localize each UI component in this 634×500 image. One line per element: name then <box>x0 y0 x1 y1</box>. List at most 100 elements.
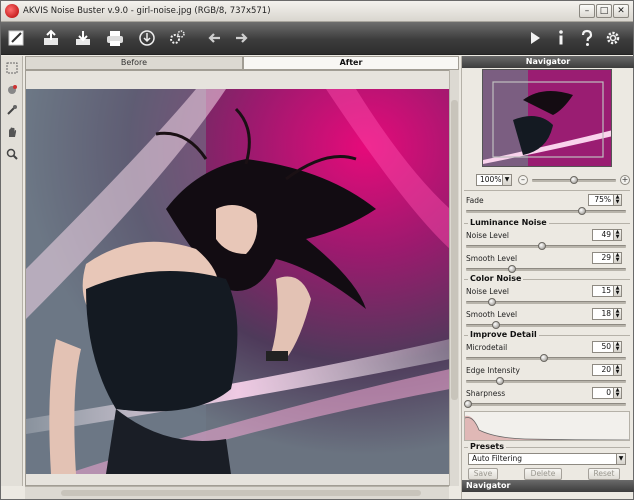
delete-preset-button[interactable]: Delete <box>524 468 562 480</box>
color-noise-title: Color Noise <box>468 274 524 283</box>
tab-before[interactable]: Before <box>25 56 243 70</box>
close-icon[interactable]: ✕ <box>613 4 629 18</box>
microdetail-field[interactable]: 50 ▲ ▼ <box>592 341 622 353</box>
chevron-down-icon: ▼ <box>616 454 625 464</box>
stepper-icon[interactable]: ▲ ▼ <box>613 253 621 263</box>
fade-slider-knob[interactable] <box>578 207 586 215</box>
presets-title: Presets <box>468 442 507 451</box>
save-icon[interactable] <box>71 27 95 49</box>
preset-select[interactable]: Auto Filtering ▼ <box>468 453 626 465</box>
stepper-icon[interactable]: ▲ ▼ <box>613 286 621 296</box>
hand-settings-icon[interactable] <box>4 82 20 98</box>
photo-preview <box>26 89 450 474</box>
luminance-smooth-level-label: Smooth Level <box>466 254 518 263</box>
run-icon[interactable] <box>523 27 547 49</box>
zoom-in-icon[interactable]: + <box>620 175 630 185</box>
edge-intensity-slider[interactable] <box>466 380 626 383</box>
sharpness-knob[interactable] <box>464 400 472 408</box>
zoom-out-icon[interactable]: – <box>518 175 528 185</box>
sharpness-slider[interactable] <box>466 403 626 406</box>
zoom-icon[interactable] <box>4 146 20 162</box>
stepper-icon[interactable]: ▲ ▼ <box>613 309 621 319</box>
edge-intensity-value: 20 <box>601 365 611 374</box>
color-smooth-level-label: Smooth Level <box>466 310 518 319</box>
edge-intensity-knob[interactable] <box>496 377 504 385</box>
chevron-down-icon: ▼ <box>502 175 511 185</box>
luminance-smooth-level-value: 29 <box>601 253 611 262</box>
stepper-icon[interactable]: ▲ ▼ <box>613 342 621 352</box>
edge-intensity-label: Edge Intensity <box>466 366 520 375</box>
stepper-icon[interactable]: ▲ ▼ <box>613 195 621 205</box>
save-preset-button[interactable]: Save <box>468 468 498 480</box>
color-smooth-level-slider[interactable] <box>466 324 626 327</box>
redo-icon[interactable] <box>229 27 253 49</box>
stepper-icon[interactable]: ▲ ▼ <box>613 365 621 375</box>
tab-after[interactable]: After <box>243 56 459 70</box>
view-tabs: Before After <box>25 56 459 70</box>
preferences-icon[interactable] <box>601 27 625 49</box>
app-logo-icon <box>5 4 19 18</box>
color-noise-level-field[interactable]: 15 ▲ ▼ <box>592 285 622 297</box>
fade-label: Fade <box>466 196 484 205</box>
settings-panel: Navigator 100% ▼ – + Fade 75% ▲ ▼ Lumina… <box>461 56 634 499</box>
fade-value: 75% <box>594 195 611 204</box>
info-icon[interactable] <box>549 27 573 49</box>
help-icon[interactable] <box>575 27 599 49</box>
preview-window-icon[interactable] <box>4 60 20 76</box>
divider <box>464 190 630 191</box>
color-noise-level-value: 15 <box>601 286 611 295</box>
share-icon[interactable] <box>135 27 159 49</box>
batch-icon[interactable] <box>165 27 189 49</box>
color-noise-level-label: Noise Level <box>466 287 509 296</box>
open-icon[interactable] <box>5 27 29 49</box>
luminance-smooth-level-knob[interactable] <box>508 265 516 273</box>
luminance-smooth-level-field[interactable]: 29 ▲ ▼ <box>592 252 622 264</box>
undo-icon[interactable] <box>203 27 227 49</box>
minimize-icon[interactable]: – <box>579 4 595 18</box>
zoom-slider-knob[interactable] <box>570 176 578 184</box>
vertical-scrollbar[interactable] <box>449 70 459 486</box>
zoom-select[interactable]: 100% ▼ <box>476 174 512 186</box>
navigator-header: Navigator <box>462 56 634 68</box>
navigator-preview[interactable] <box>482 69 612 167</box>
hand-icon[interactable] <box>4 124 20 140</box>
fade-slider[interactable] <box>466 210 626 213</box>
navigator-footer: Navigator <box>462 480 634 492</box>
tools-panel <box>1 56 23 486</box>
microdetail-value: 50 <box>601 342 611 351</box>
preset-selected: Auto Filtering <box>472 454 522 463</box>
luminance-noise-level-knob[interactable] <box>538 242 546 250</box>
color-smooth-level-value: 18 <box>601 309 611 318</box>
histogram <box>464 411 630 441</box>
luminance-noise-level-label: Noise Level <box>466 231 509 240</box>
window-title: AKVIS Noise Buster v.9.0 - girl-noise.jp… <box>23 6 271 16</box>
luminance-smooth-level-slider[interactable] <box>466 268 626 271</box>
luminance-noise-level-field[interactable]: 49 ▲ ▼ <box>592 229 622 241</box>
edge-intensity-field[interactable]: 20 ▲ ▼ <box>592 364 622 376</box>
print-icon[interactable] <box>103 27 127 49</box>
title-bar: AKVIS Noise Buster v.9.0 - girl-noise.jp… <box>1 1 633 22</box>
luminance-noise-level-value: 49 <box>601 230 611 239</box>
color-smooth-level-field[interactable]: 18 ▲ ▼ <box>592 308 622 320</box>
stepper-icon[interactable]: ▲ ▼ <box>613 388 621 398</box>
image-canvas[interactable] <box>25 70 459 486</box>
microdetail-label: Microdetail <box>466 343 508 352</box>
luminance-noise-level-slider[interactable] <box>466 245 626 248</box>
sharpness-label: Sharpness <box>466 389 506 398</box>
export-icon[interactable] <box>39 27 63 49</box>
microdetail-knob[interactable] <box>540 354 548 362</box>
eyedropper-icon[interactable] <box>4 102 20 118</box>
horizontal-scrollbar[interactable] <box>25 486 449 499</box>
stepper-icon[interactable]: ▲ ▼ <box>613 230 621 240</box>
zoom-row: 100% ▼ – + <box>464 173 632 187</box>
color-smooth-level-knob[interactable] <box>492 321 500 329</box>
maximize-icon[interactable]: □ <box>596 4 612 18</box>
sharpness-field[interactable]: 0 ▲ ▼ <box>592 387 622 399</box>
reset-preset-button[interactable]: Reset <box>588 468 620 480</box>
improve-detail-title: Improve Detail <box>468 330 539 339</box>
color-noise-level-knob[interactable] <box>488 298 496 306</box>
zoom-value: 100% <box>480 175 502 184</box>
fade-field[interactable]: 75% ▲ ▼ <box>588 194 622 206</box>
luminance-noise-title: Luminance Noise <box>468 218 549 227</box>
app-window: AKVIS Noise Buster v.9.0 - girl-noise.jp… <box>0 0 634 500</box>
